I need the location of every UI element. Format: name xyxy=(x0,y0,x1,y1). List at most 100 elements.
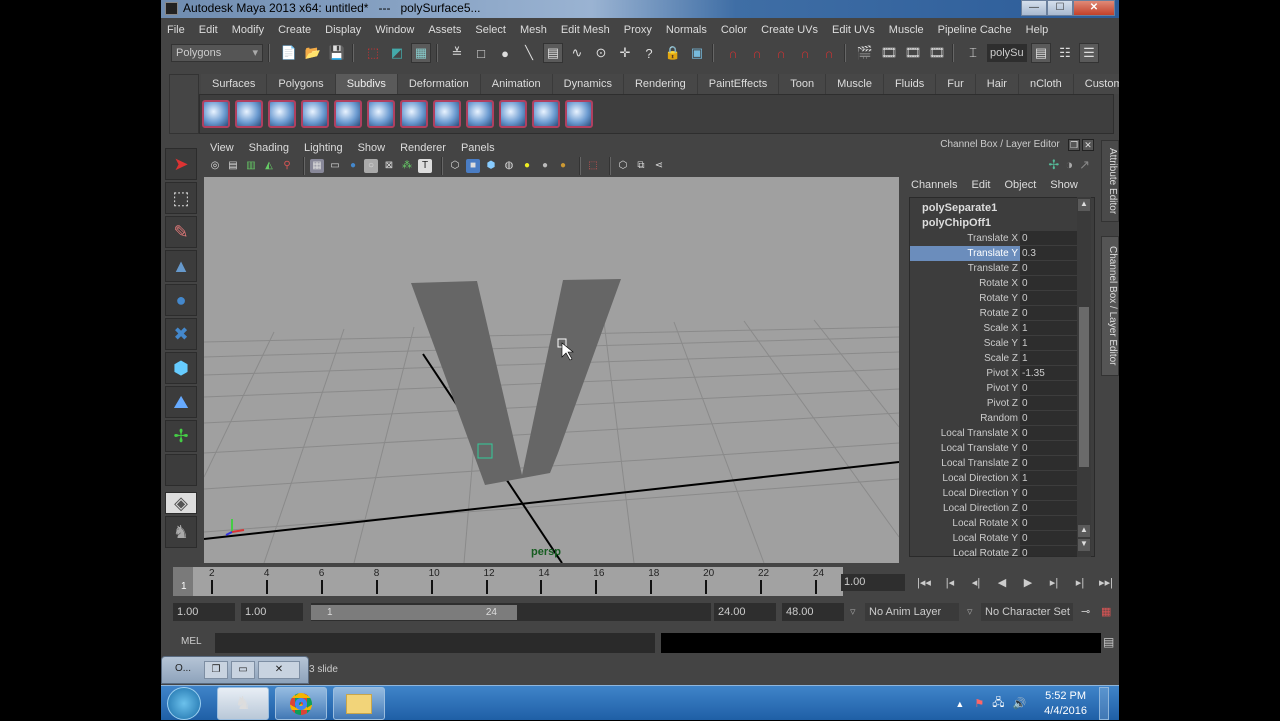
shelf-tab-dynamics[interactable]: Dynamics xyxy=(552,74,624,94)
lock-icon[interactable]: 🔒 xyxy=(663,43,683,63)
channel-menu-edit[interactable]: Edit xyxy=(971,179,990,191)
channel-value[interactable]: 0 xyxy=(1020,426,1080,441)
close-button-small[interactable]: ✕ xyxy=(258,661,300,679)
channel-row[interactable]: Rotate Z0 xyxy=(910,306,1094,321)
render-icon[interactable]: 🎞 xyxy=(879,43,899,63)
channel-value[interactable]: 0 xyxy=(1020,306,1080,321)
menu-file[interactable]: File xyxy=(167,24,185,36)
subdiv-primitive-icon[interactable] xyxy=(532,100,560,128)
channel-row[interactable]: Local Rotate X0 xyxy=(910,516,1094,531)
face-mask-icon[interactable]: ● xyxy=(495,43,515,63)
channel-menu-channels[interactable]: Channels xyxy=(911,179,957,191)
2d-pan-zoom-icon[interactable]: ⚲ xyxy=(280,159,294,173)
subdiv-primitive-icon[interactable] xyxy=(466,100,494,128)
range-slider-handle[interactable]: 1 24 xyxy=(311,605,517,620)
open-scene-icon[interactable]: 📂 xyxy=(303,43,323,63)
channel-label[interactable]: Local Rotate X xyxy=(910,516,1020,531)
channel-value[interactable]: -1.35 xyxy=(1020,366,1080,381)
channel-value[interactable]: 0 xyxy=(1020,396,1080,411)
minimized-window-label[interactable]: O... xyxy=(165,661,201,679)
animation-end-field[interactable]: 48.00 xyxy=(782,603,844,621)
channel-label[interactable]: Local Rotate Y xyxy=(910,531,1020,546)
gate-mask-icon[interactable]: ○ xyxy=(364,159,378,173)
shadows-icon[interactable]: ● xyxy=(556,159,570,173)
object-name[interactable]: polySeparate1 xyxy=(910,201,1094,216)
shelf-tab-polygons[interactable]: Polygons xyxy=(267,74,336,94)
mel-label[interactable]: MEL xyxy=(181,636,202,647)
manipulator-toggle-icon[interactable]: ✢ xyxy=(1048,157,1059,173)
channel-value[interactable]: 0 xyxy=(1020,516,1080,531)
xray-joints-icon[interactable]: ⧉ xyxy=(634,159,648,173)
network-icon[interactable]: 🖧 xyxy=(992,694,1004,713)
menu-edit-uvs[interactable]: Edit UVs xyxy=(832,24,875,36)
shelf-tab-animation[interactable]: Animation xyxy=(480,74,553,94)
channel-value[interactable]: 1 xyxy=(1020,351,1080,366)
scroll-down-icon[interactable]: ▼ xyxy=(1078,539,1090,551)
menu-muscle[interactable]: Muscle xyxy=(889,24,924,36)
channel-value[interactable]: 0 xyxy=(1020,276,1080,291)
shelf-tab-hair[interactable]: Hair xyxy=(975,74,1019,94)
minimized-window[interactable]: O... ❐ ▭ ✕ xyxy=(161,656,309,684)
channel-row[interactable]: Translate Z0 xyxy=(910,261,1094,276)
channel-row[interactable]: Local Translate Y0 xyxy=(910,441,1094,456)
channel-label[interactable]: Translate X xyxy=(910,231,1020,246)
shelf-tab-ncloth[interactable]: nCloth xyxy=(1018,74,1074,94)
channel-row[interactable]: Local Direction X1 xyxy=(910,471,1094,486)
soft-mod-icon[interactable]: ⛰ xyxy=(165,386,197,418)
subdiv-primitive-icon[interactable] xyxy=(433,100,461,128)
channel-row[interactable]: Translate X0 xyxy=(910,231,1094,246)
handle-mask-icon[interactable]: ✛ xyxy=(615,43,635,63)
anim-layer-arrow-icon[interactable]: ▿ xyxy=(850,603,856,621)
menu-assets[interactable]: Assets xyxy=(428,24,461,36)
go-to-end-button[interactable]: ▸▸| xyxy=(1093,574,1119,592)
wireframe-icon[interactable]: ⬡ xyxy=(448,159,462,173)
menu-pipeline-cache[interactable]: Pipeline Cache xyxy=(938,24,1012,36)
character-set-dropdown[interactable]: No Character Set xyxy=(981,603,1073,621)
input-mode-icon[interactable]: ⌶ xyxy=(963,43,983,63)
maya-taskbar-icon[interactable]: ♞ xyxy=(217,687,269,720)
chrome-taskbar-icon[interactable] xyxy=(275,687,327,720)
save-scene-icon[interactable]: 💾 xyxy=(327,43,347,63)
menu-select[interactable]: Select xyxy=(475,24,506,36)
channel-label[interactable]: Scale X xyxy=(910,321,1020,336)
show-hidden-icons[interactable]: ▲ xyxy=(955,699,964,709)
channel-scrollbar[interactable]: ▲ ▲ ▼ xyxy=(1077,197,1091,557)
channel-row[interactable]: Local Rotate Z0 xyxy=(910,546,1094,556)
close-button[interactable]: ✕ xyxy=(1073,0,1115,16)
start-button[interactable] xyxy=(167,687,201,720)
channel-label[interactable]: Rotate X xyxy=(910,276,1020,291)
menu-window[interactable]: Window xyxy=(375,24,414,36)
playback-end-field[interactable]: 24.00 xyxy=(714,603,776,621)
scroll-thumb[interactable] xyxy=(1079,307,1089,467)
make-live-icon[interactable]: ∩ xyxy=(819,43,839,63)
shelf-tab-surfaces[interactable]: Surfaces xyxy=(201,74,268,94)
subdiv-primitive-icon[interactable] xyxy=(235,100,263,128)
channel-label[interactable]: Translate Y xyxy=(910,246,1020,261)
bookmarks-icon[interactable]: ▥ xyxy=(244,159,258,173)
textured-icon[interactable]: ◍ xyxy=(502,159,516,173)
outliner-icon[interactable]: ♞ xyxy=(165,516,197,548)
channel-value[interactable]: 0 xyxy=(1020,501,1080,516)
channel-label[interactable]: Local Direction Z xyxy=(910,501,1020,516)
channel-value[interactable]: 0 xyxy=(1020,456,1080,471)
channel-row[interactable]: Rotate X0 xyxy=(910,276,1094,291)
channel-label[interactable]: Rotate Z xyxy=(910,306,1020,321)
viewport-menu-shading[interactable]: Shading xyxy=(249,142,289,154)
channel-label[interactable]: Local Rotate Z xyxy=(910,546,1020,556)
menu-edit[interactable]: Edit xyxy=(199,24,218,36)
character-set-arrow-icon[interactable]: ▿ xyxy=(967,603,973,621)
channel-row[interactable]: Pivot Z0 xyxy=(910,396,1094,411)
explorer-taskbar-icon[interactable] xyxy=(333,687,385,720)
maximize-button[interactable]: ☐ xyxy=(1047,0,1073,16)
camera-select-icon[interactable]: ◎ xyxy=(208,159,222,173)
menu-help[interactable]: Help xyxy=(1026,24,1049,36)
render-settings-icon[interactable]: 🎞 xyxy=(927,43,947,63)
field-chart-icon[interactable]: ⊠ xyxy=(382,159,396,173)
menu-create[interactable]: Create xyxy=(278,24,311,36)
show-desktop-button[interactable] xyxy=(1099,687,1109,720)
paint-select-icon[interactable]: ✎ xyxy=(165,216,197,248)
shelf-tab-fluids[interactable]: Fluids xyxy=(883,74,937,94)
quick-select-field[interactable]: polySu xyxy=(987,44,1027,62)
subdiv-primitive-icon[interactable] xyxy=(268,100,296,128)
playback-start-field[interactable]: 1.00 xyxy=(241,603,303,621)
